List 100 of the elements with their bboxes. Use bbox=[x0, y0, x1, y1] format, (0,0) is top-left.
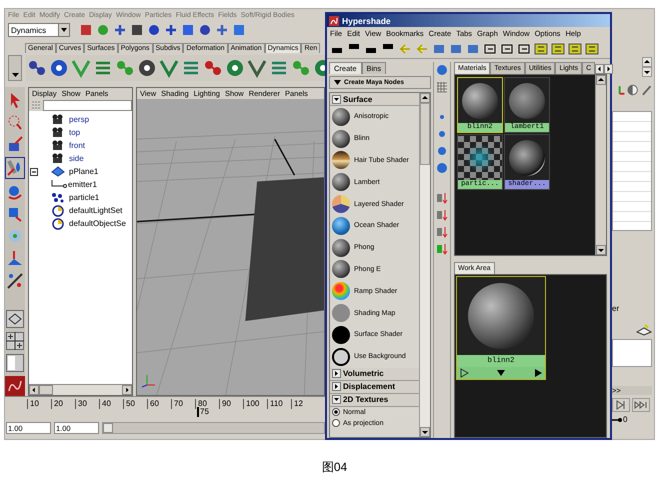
skip-to-end-icon[interactable] bbox=[632, 398, 650, 412]
dynamics-tool-icon[interactable] bbox=[48, 57, 70, 79]
sort-icon[interactable] bbox=[436, 209, 448, 221]
frame-number: 30 bbox=[75, 399, 99, 409]
tool-icon[interactable] bbox=[232, 23, 246, 37]
tool-icon[interactable] bbox=[147, 23, 161, 37]
scrollbar-thumb[interactable] bbox=[39, 385, 53, 395]
sphere-icon[interactable] bbox=[436, 64, 448, 76]
scroll-right-icon[interactable] bbox=[604, 64, 614, 74]
tool-icon[interactable] bbox=[79, 23, 93, 37]
camera-icon bbox=[51, 140, 65, 151]
rotate-tool-icon[interactable] bbox=[7, 183, 23, 201]
outliner-item[interactable]: pPlane1 bbox=[69, 167, 98, 176]
collapse-icon[interactable] bbox=[30, 168, 38, 176]
range-slider[interactable] bbox=[102, 422, 325, 434]
set-icon bbox=[51, 218, 65, 230]
vertical-scrollbar[interactable] bbox=[419, 93, 430, 437]
material-preview-icon bbox=[509, 140, 545, 176]
input-arrow-icon[interactable] bbox=[459, 368, 469, 378]
outliner-item[interactable]: front bbox=[69, 141, 86, 150]
scroll-up-icon[interactable] bbox=[642, 57, 652, 67]
tool-icon[interactable] bbox=[113, 23, 127, 37]
scroll-up-icon[interactable] bbox=[596, 75, 606, 85]
menu-set-dropdown[interactable]: Dynamics bbox=[8, 23, 70, 37]
toolbar-icon[interactable] bbox=[500, 42, 514, 56]
radio-button[interactable] bbox=[332, 419, 340, 428]
tool-icon[interactable] bbox=[198, 23, 212, 37]
sphere-icon[interactable] bbox=[436, 128, 448, 140]
outliner-layout-icon[interactable] bbox=[6, 354, 24, 372]
toolbar-icon[interactable] bbox=[585, 42, 599, 56]
vertical-scrollbar[interactable] bbox=[595, 75, 606, 255]
half-circle-icon[interactable] bbox=[627, 84, 639, 96]
horizontal-scrollbar[interactable] bbox=[29, 384, 132, 395]
tool-icon[interactable] bbox=[181, 23, 195, 37]
toolbar-icon[interactable] bbox=[534, 42, 548, 56]
key-icon[interactable] bbox=[612, 416, 622, 424]
tool-icon[interactable] bbox=[215, 23, 229, 37]
scroll-up-icon[interactable] bbox=[420, 93, 430, 103]
frame-number: 40 bbox=[99, 399, 123, 409]
hierarchy-line bbox=[51, 180, 67, 190]
frame-number: 20 bbox=[51, 399, 75, 409]
caret-icon bbox=[61, 28, 67, 32]
sort-icon[interactable] bbox=[436, 192, 448, 204]
material-preview-icon bbox=[509, 83, 545, 119]
dynamics-tool-icon[interactable] bbox=[136, 57, 158, 79]
move-tool-icon[interactable] bbox=[5, 157, 25, 179]
toolbar-icon[interactable] bbox=[551, 42, 565, 56]
scroll-down-icon[interactable] bbox=[420, 427, 430, 437]
scale-tool-icon[interactable] bbox=[7, 205, 23, 223]
toolbar-icon[interactable] bbox=[517, 42, 531, 56]
outliner-item[interactable]: particle1 bbox=[69, 193, 100, 202]
four-view-layout-icon[interactable] bbox=[6, 332, 24, 350]
sphere-icon[interactable] bbox=[436, 162, 448, 174]
shader-swatch-icon bbox=[332, 173, 350, 192]
tool-icon[interactable] bbox=[130, 23, 144, 37]
toolbar-icon[interactable] bbox=[483, 42, 497, 56]
show-manipulator-icon[interactable] bbox=[7, 271, 23, 289]
outliner-item[interactable]: defaultLightSet bbox=[69, 206, 122, 215]
scroll-left-icon[interactable] bbox=[29, 385, 39, 395]
shader-swatch-icon bbox=[332, 216, 350, 235]
shelf-menu-button[interactable] bbox=[8, 55, 22, 81]
expand-arrow-icon[interactable] bbox=[332, 369, 341, 378]
scroll-right-icon[interactable] bbox=[122, 385, 132, 395]
tool-icon[interactable] bbox=[164, 23, 178, 37]
sphere-icon[interactable] bbox=[436, 145, 448, 157]
layer-list bbox=[612, 339, 652, 367]
toolbar-icon[interactable] bbox=[568, 42, 582, 56]
scroll-down-icon[interactable] bbox=[642, 67, 652, 77]
scroll-left-icon[interactable] bbox=[595, 64, 604, 74]
collapse-arrow-icon[interactable] bbox=[332, 94, 341, 104]
section-header[interactable]: Surface bbox=[330, 93, 419, 106]
output-arrow-icon[interactable] bbox=[533, 368, 543, 378]
section-header[interactable]: Displacement bbox=[330, 380, 419, 394]
outliner-item[interactable]: emitter1 bbox=[68, 180, 97, 189]
outliner-item[interactable]: top bbox=[69, 128, 80, 137]
sort-icon[interactable] bbox=[436, 243, 448, 255]
scroll-down-icon[interactable] bbox=[596, 245, 606, 255]
expand-arrow-icon[interactable] bbox=[332, 382, 341, 392]
outliner-item[interactable]: defaultObjectSe bbox=[69, 219, 126, 228]
soft-modify-icon[interactable] bbox=[7, 249, 23, 267]
outliner-item[interactable]: persp bbox=[69, 115, 90, 124]
plane-icon bbox=[51, 166, 65, 177]
section-header[interactable]: 2D Textures bbox=[330, 394, 419, 407]
caret-icon[interactable] bbox=[496, 369, 506, 377]
lasso-icon[interactable] bbox=[7, 113, 23, 131]
grid-icon[interactable] bbox=[436, 81, 448, 93]
layer-icon[interactable] bbox=[636, 324, 652, 336]
range-slider-thumb[interactable] bbox=[103, 423, 113, 433]
scrollbar-thumb[interactable] bbox=[420, 103, 430, 165]
outliner-item[interactable]: side bbox=[69, 154, 84, 163]
outliner-filter-field[interactable] bbox=[43, 100, 132, 110]
sort-icon[interactable] bbox=[436, 226, 448, 238]
shader-swatch-icon bbox=[332, 282, 350, 300]
section-header[interactable]: Volumetric bbox=[330, 368, 419, 381]
radio-button[interactable] bbox=[332, 408, 340, 416]
single-view-layout-icon[interactable] bbox=[6, 310, 24, 328]
shader-swatch-icon bbox=[332, 260, 350, 278]
step-forward-icon[interactable] bbox=[612, 398, 630, 412]
collapse-arrow-icon[interactable] bbox=[332, 395, 341, 404]
paint-brush-icon[interactable] bbox=[7, 135, 23, 153]
